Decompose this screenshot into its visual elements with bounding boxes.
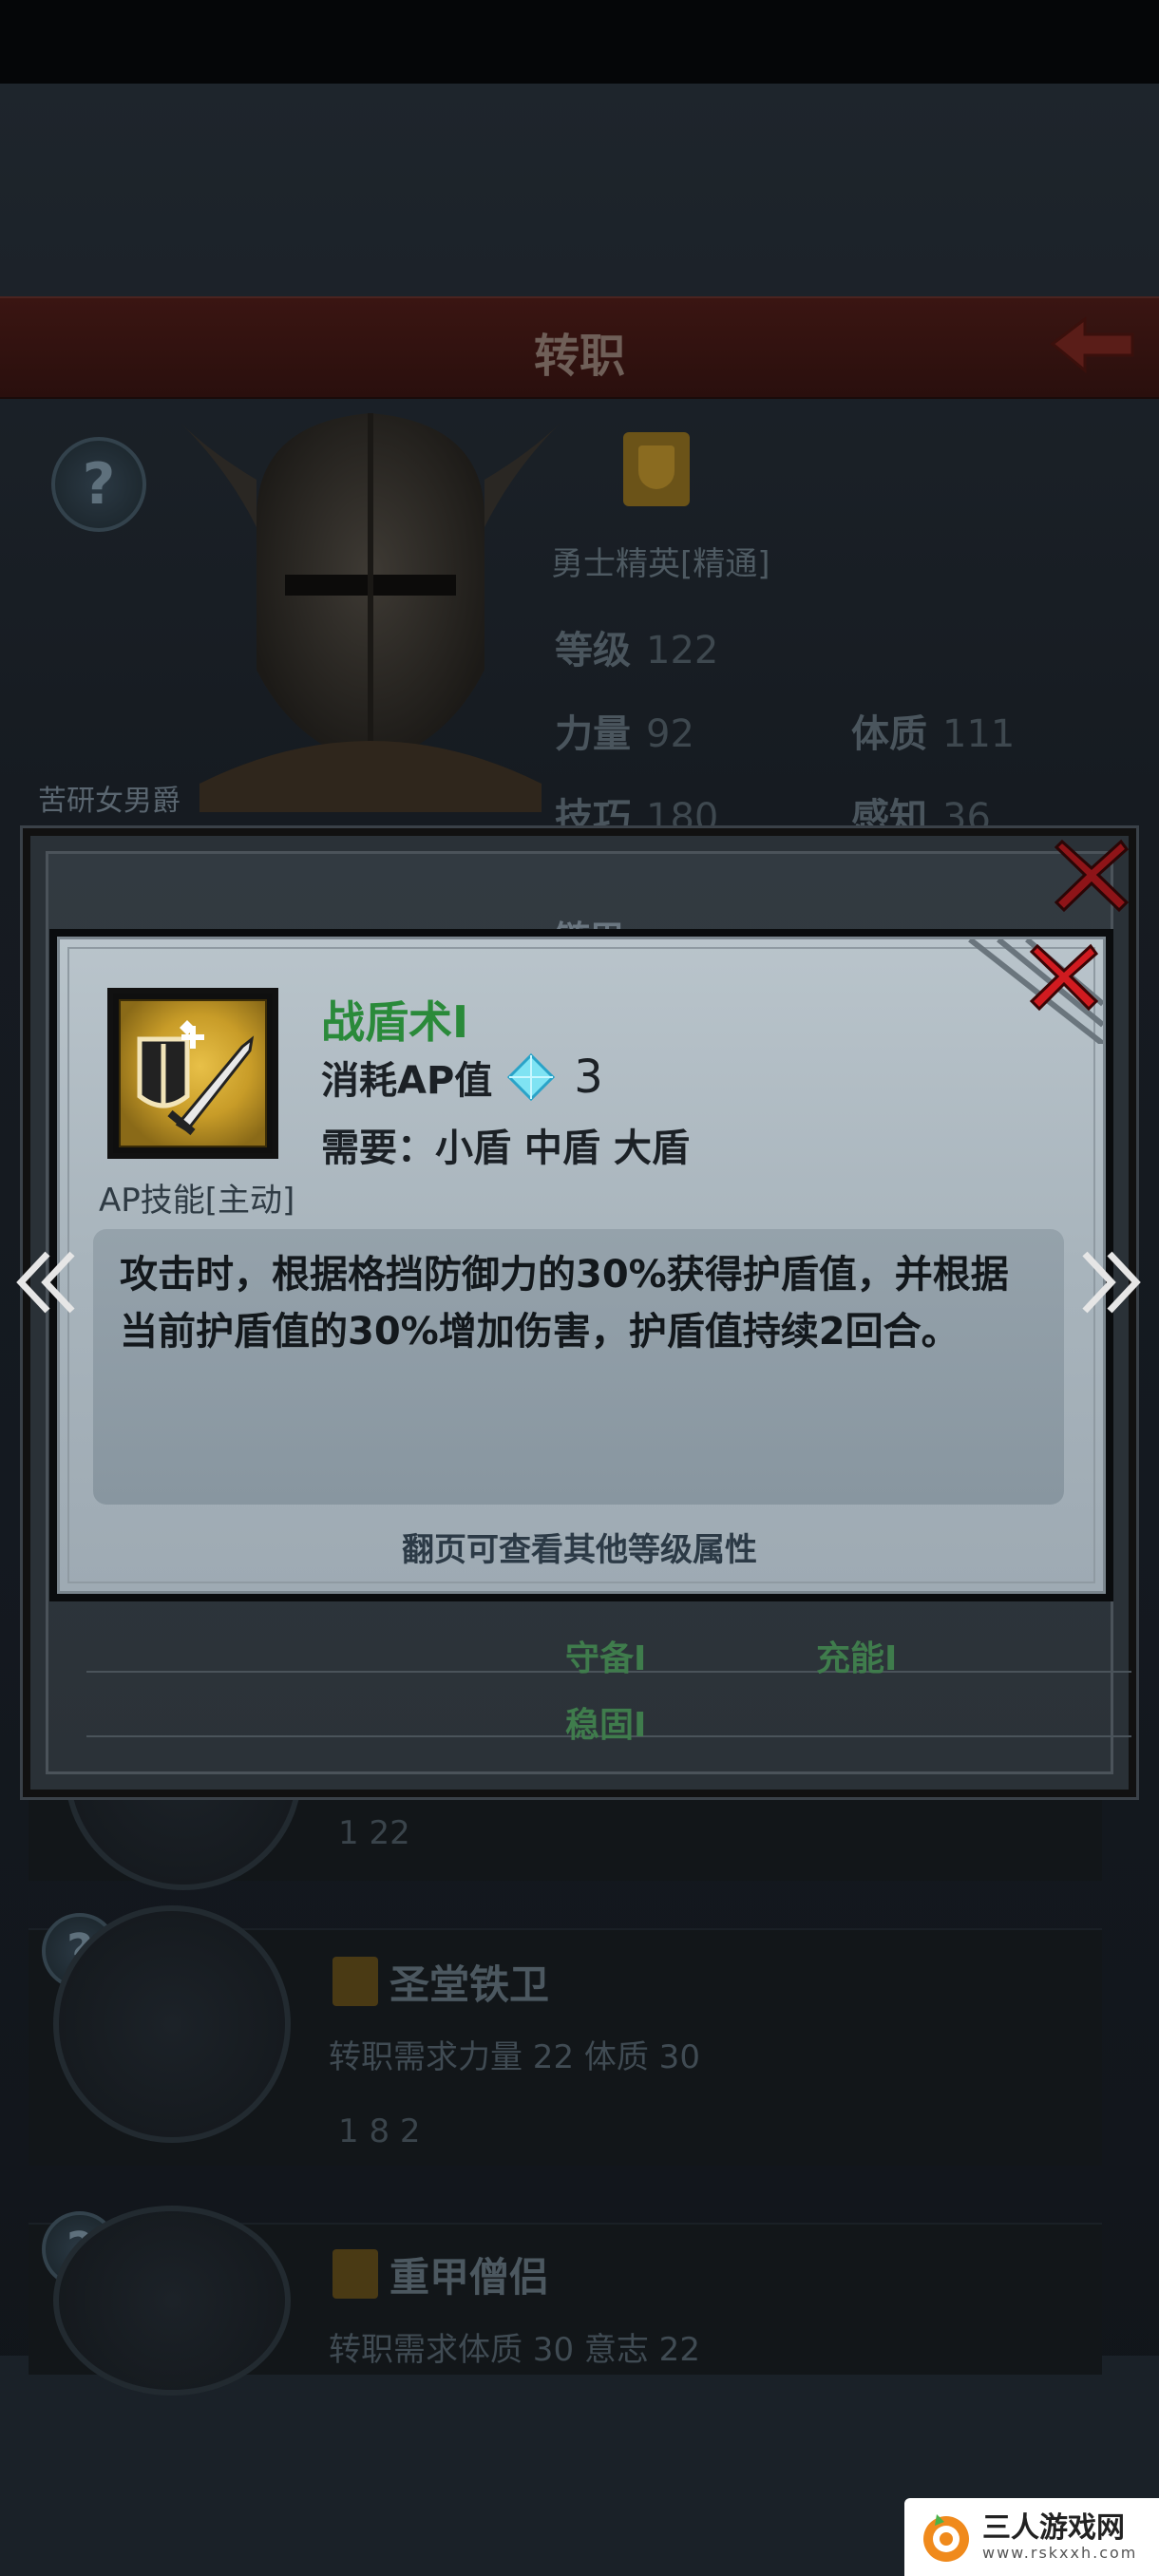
help-icon[interactable]: ? (51, 437, 146, 532)
screen-title: 转职 (533, 330, 625, 383)
card-requirement: 转职需求体质 30 意志 22 (329, 2331, 700, 2369)
card-materials: 1 22 (338, 1814, 410, 1852)
skill-name: 战盾术I (321, 996, 469, 1048)
back-arrow-icon[interactable] (1045, 313, 1140, 380)
watermark-url: www.rskxxh.com (982, 2544, 1138, 2562)
chevron-right-icon[interactable] (1072, 1244, 1148, 1320)
skill-description: 攻击时，根据格挡防御力的30%获得护盾值，并根据当前护盾值的30%增加伤害，护盾… (120, 1253, 1009, 1354)
class-badge-icon (332, 2249, 378, 2299)
diamond-icon (507, 1052, 556, 1102)
site-watermark: 三人游戏网 www.rskxxh.com (904, 2498, 1159, 2576)
class-name: 勇士精英[精通] (551, 545, 770, 583)
stat-strength: 力量 92 (555, 712, 694, 756)
status-bar (0, 0, 1159, 84)
close-icon[interactable] (1026, 938, 1102, 1014)
chevron-left-icon[interactable] (10, 1244, 86, 1320)
card-requirement: 转职需求力量 22 体质 30 (329, 2038, 700, 2076)
character-helmet-portrait (180, 413, 560, 812)
class-portrait (53, 1905, 291, 2143)
card-title: 重甲僧侣 (390, 2254, 550, 2301)
card-materials: 1 8 2 (338, 2112, 421, 2150)
class-badge-icon (623, 432, 690, 506)
close-icon[interactable] (1049, 832, 1134, 918)
watermark-title: 三人游戏网 (982, 2511, 1125, 2545)
card-title: 圣堂铁卫 (390, 1961, 550, 2008)
shield-sword-icon (107, 988, 278, 1159)
class-badge-icon (332, 1957, 378, 2006)
skill-link[interactable]: 稳固I (565, 1697, 646, 1747)
stat-constitution: 体质 111 (851, 712, 1016, 756)
ap-cost-value: 3 (574, 1051, 603, 1104)
skill-link[interactable]: 充能I (816, 1631, 897, 1680)
skill-link[interactable]: 守备I (565, 1631, 646, 1680)
character-name: 苦研女男爵 (38, 785, 180, 818)
page-hint: 翻页可查看其他等级属性 (402, 1531, 757, 1569)
ap-cost-row: 消耗AP值 3 (321, 1049, 603, 1106)
stat-level: 等级 122 (555, 629, 719, 672)
skill-type-label: AP技能[主动] (99, 1182, 295, 1220)
site-logo-icon (923, 2514, 969, 2562)
ap-cost-label: 消耗AP值 (321, 1059, 493, 1103)
skill-requirement: 需要：小盾 中盾 大盾 (321, 1127, 690, 1170)
class-portrait (53, 2206, 291, 2396)
